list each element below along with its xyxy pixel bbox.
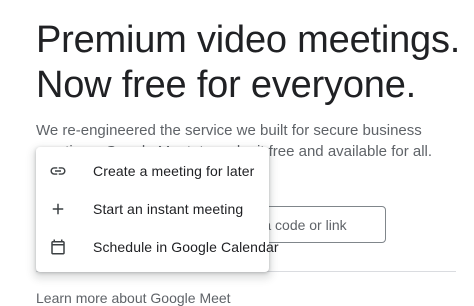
headline-line-2: Now free for everyone. [36,64,416,106]
plus-icon [49,200,67,218]
menu-item-label: Create a meeting for later [93,163,255,179]
menu-item-create-later[interactable]: Create a meeting for later [36,152,269,190]
menu-item-instant-meeting[interactable]: Start an instant meeting [36,190,269,228]
menu-item-label: Schedule in Google Calendar [93,239,279,255]
headline-line-1: Premium video meetings. [36,19,461,61]
menu-item-schedule-calendar[interactable]: Schedule in Google Calendar [36,228,279,266]
page-headline: Premium video meetings. Now free for eve… [36,18,466,108]
learn-more-link[interactable]: Learn more about Google Meet [36,290,231,306]
link-icon [49,162,67,180]
menu-item-label: Start an instant meeting [93,201,244,217]
new-meeting-menu: Create a meeting for later Start an inst… [36,147,279,272]
subtext-line-1: We re-engineered the service we built fo… [36,122,422,139]
calendar-icon [49,238,67,256]
